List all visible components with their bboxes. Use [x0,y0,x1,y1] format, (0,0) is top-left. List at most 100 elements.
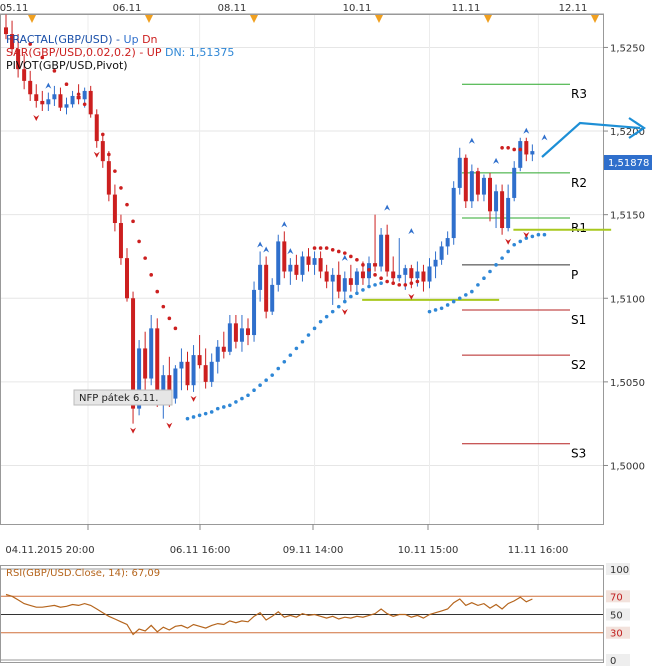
candle-body [439,246,444,260]
sar-dot-up [373,273,377,277]
top-date-marker [28,15,36,23]
sar-dot-dn [246,393,250,398]
sar-dot-up [409,281,414,286]
sar-dot-dn [300,339,305,344]
rsi-tick-label: 50 [610,611,623,622]
sar-dot-dn [306,333,311,337]
candle-body [282,241,287,272]
trading-chart[interactable]: R3 R2 R1 P S1 S2 S3 1,5000 1,5050 1,5100 1,5150 1,… [0,0,664,666]
candle-body [88,90,93,115]
sar-dot-dn [252,388,256,393]
candle-body [179,361,184,369]
sar-dot-up [94,115,99,120]
sar-dot-dn [203,411,208,416]
candles [4,14,535,424]
candle-body [330,274,335,282]
time-axis: 04.11.2015 20:00 06.11 16:00 09.11 14:00 10… [5,524,568,556]
sar-dot-dn [457,296,462,301]
sar-dot-up [161,304,166,309]
sar-dot-dn [530,234,535,239]
candle-body [300,256,305,275]
candle-body [258,264,263,290]
sar-dots [28,42,547,421]
fractal-up-marker [257,241,264,248]
sar-dot-dn [270,373,275,377]
fractal-dn-marker [166,422,173,429]
candle-body [391,271,396,279]
candle-body [488,177,492,212]
price-axis: 1,50001,50501,51001,51501,52001,5250 [603,43,645,472]
current-price: 1,51878 [608,158,649,169]
sar-dot-dn [324,314,329,319]
nfp-label: NFP pátek 6.11. [79,392,158,404]
sar-dot-dn [494,263,498,267]
sar-dot-up [397,283,402,287]
candle-body [185,361,190,386]
sar-dot-dn [264,378,268,382]
candle-body [221,346,226,352]
sar-dot-up [113,169,117,173]
candle-body [306,256,311,265]
fractal-up-marker [263,246,270,253]
candle-body [348,278,353,285]
current-price-tag: 1,51878 [604,155,652,170]
sar-dot-dn [234,400,238,404]
sar-dot-up [119,186,123,190]
candle-body [336,274,341,292]
candle-body [264,264,269,312]
top-date-label: 11.11 [452,3,481,14]
candle-body [494,191,499,212]
sar-dot-up [500,145,504,150]
sar-dot-dn [439,306,444,311]
sar-dot-up [415,279,420,284]
sar-dot-dn [336,304,341,309]
candle-body [239,328,244,342]
y-tick-label: 1,5100 [610,294,645,305]
sar-dot-up [330,247,335,252]
top-date-marker [484,15,492,23]
sar-dot-dn [288,353,293,357]
x-tick-label: 04.11.2015 20:00 [5,545,94,556]
sar-dot-up [312,246,317,250]
x-tick-label: 11.11 16:00 [508,545,569,556]
sar-dot-up [512,147,516,152]
candle-body [203,365,208,382]
candle-body [360,271,365,279]
sar-dot-dn [451,299,456,304]
rsi-tick-label: 30 [610,629,623,640]
sar-dot-dn [294,346,299,351]
pivot-label-r2: R2 [571,176,587,190]
sar-dot-dn [343,299,347,304]
candle-body [379,234,384,267]
pivot-label-s1: S1 [571,313,586,327]
sar-dot-dn [367,284,371,289]
legend-pivot: PIVOT(GBP/USD,Pivot) [6,59,128,72]
pivot-label-s2: S2 [571,358,586,372]
candle-body [118,223,123,259]
fractal-dn-marker [190,395,197,402]
candle-body [427,266,432,282]
sar-dot-dn [506,249,510,254]
sar-dot-dn [258,383,262,388]
candle-body [143,348,148,379]
top-date-label: 10.11 [343,3,372,14]
y-tick-label: 1,5000 [610,461,645,472]
sar-dot-dn [215,406,220,411]
candle-body [530,151,535,155]
candle-body [227,323,232,352]
fractal-up-marker [408,228,415,235]
top-date-label: 12.11 [559,3,588,14]
candle-body [385,234,390,272]
candle-body [76,95,81,100]
sar-dot-up [125,202,129,207]
top-date-label: 05.11 [0,3,28,14]
candle-body [409,268,414,279]
candle-body [354,271,359,285]
fractal-dn-marker [33,114,40,121]
sar-dot-dn [209,410,214,414]
sar-dot-dn [500,256,504,260]
candle-body [506,197,511,229]
pivot-levels: R3 R2 R1 P S1 S2 S3 [462,83,587,461]
candle-body [40,100,45,105]
sar-dot-dn [222,405,226,409]
